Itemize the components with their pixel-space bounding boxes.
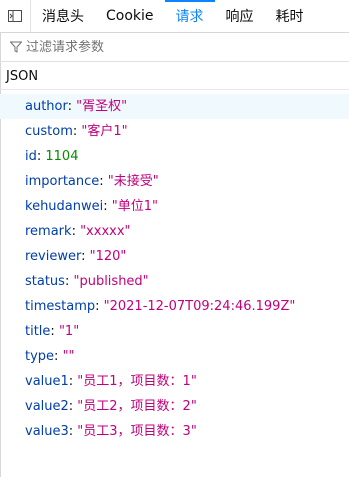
toggle-sidebar-button[interactable] [0, 0, 31, 32]
json-value: "员工3，项目数：3" [77, 424, 197, 439]
json-row-kehudanwei[interactable]: kehudanwei: "单位1" [0, 194, 349, 219]
json-separator: : [54, 349, 63, 364]
json-value: "published" [73, 274, 149, 289]
tab-timings[interactable]: 耗时 [265, 0, 315, 32]
json-key: reviewer [25, 249, 82, 264]
json-separator: : [67, 99, 77, 114]
json-key: timestamp [25, 299, 96, 314]
json-value: "120" [89, 249, 127, 264]
json-value: "客户1" [81, 124, 128, 139]
filter-icon [10, 41, 22, 53]
json-value: "1" [58, 324, 80, 339]
json-row-type[interactable]: type: "" [0, 344, 349, 369]
sidebar-toggle-icon [8, 10, 22, 22]
json-separator: : [71, 224, 81, 239]
json-row-author[interactable]: author: "胥圣权" [0, 94, 349, 119]
tab-headers[interactable]: 消息头 [31, 0, 95, 32]
json-value: "2021-12-07T09:24:46.199Z" [103, 299, 296, 314]
json-value: "单位1" [111, 199, 158, 214]
json-key: remark [25, 224, 72, 239]
json-section-title[interactable]: JSON [0, 64, 349, 90]
json-row-remark[interactable]: remark: "xxxxx" [0, 219, 349, 244]
json-key: id [25, 149, 37, 164]
json-key: value3 [25, 424, 69, 439]
json-row-value1[interactable]: value1: "员工1，项目数：1" [0, 369, 349, 394]
json-separator: : [95, 299, 104, 314]
json-row-id[interactable]: id: 1104 [0, 144, 349, 169]
json-row-value3[interactable]: value3: "员工3，项目数：3" [0, 419, 349, 444]
json-separator: : [99, 174, 108, 189]
json-value: "未接受" [107, 174, 159, 189]
json-row-timestamp[interactable]: timestamp: "2021-12-07T09:24:46.199Z" [0, 294, 349, 319]
json-separator: : [50, 324, 59, 339]
json-value: "" [62, 349, 75, 364]
json-key: status [25, 274, 65, 289]
json-key: kehudanwei [25, 199, 104, 214]
tab-request[interactable]: 请求 [164, 0, 215, 32]
filter-bar [0, 33, 349, 62]
json-row-reviewer[interactable]: reviewer: "120" [0, 244, 349, 269]
tab-cookies[interactable]: Cookie [95, 0, 165, 32]
json-tree: author: "胥圣权" custom: "客户1" id: 1104 import… [0, 94, 349, 444]
json-key: title [25, 324, 51, 339]
json-separator: : [81, 249, 90, 264]
section-title-label: JSON [6, 69, 39, 84]
json-row-custom[interactable]: custom: "客户1" [0, 119, 349, 144]
json-separator: : [103, 199, 112, 214]
json-key: importance [25, 174, 100, 189]
json-row-status[interactable]: status: "published" [0, 269, 349, 294]
json-value: 1104 [45, 149, 79, 164]
json-row-title[interactable]: title: "1" [0, 319, 349, 344]
json-key: value2 [25, 399, 69, 414]
json-key: value1 [25, 374, 69, 389]
json-row-value2[interactable]: value2: "员工2，项目数：2" [0, 394, 349, 419]
tab-response[interactable]: 响应 [215, 0, 265, 32]
json-key: custom [25, 124, 73, 139]
json-value: "员工1，项目数：1" [77, 374, 197, 389]
json-value: "胥圣权" [76, 99, 128, 114]
filter-request-params-input[interactable] [26, 39, 326, 55]
json-key: type [25, 349, 55, 364]
json-key: author [25, 99, 68, 114]
json-value: "员工2，项目数：2" [77, 399, 197, 414]
tab-bar: 消息头 Cookie 请求 响应 耗时 [0, 0, 349, 33]
json-row-importance[interactable]: importance: "未接受" [0, 169, 349, 194]
json-value: "xxxxx" [80, 224, 131, 239]
